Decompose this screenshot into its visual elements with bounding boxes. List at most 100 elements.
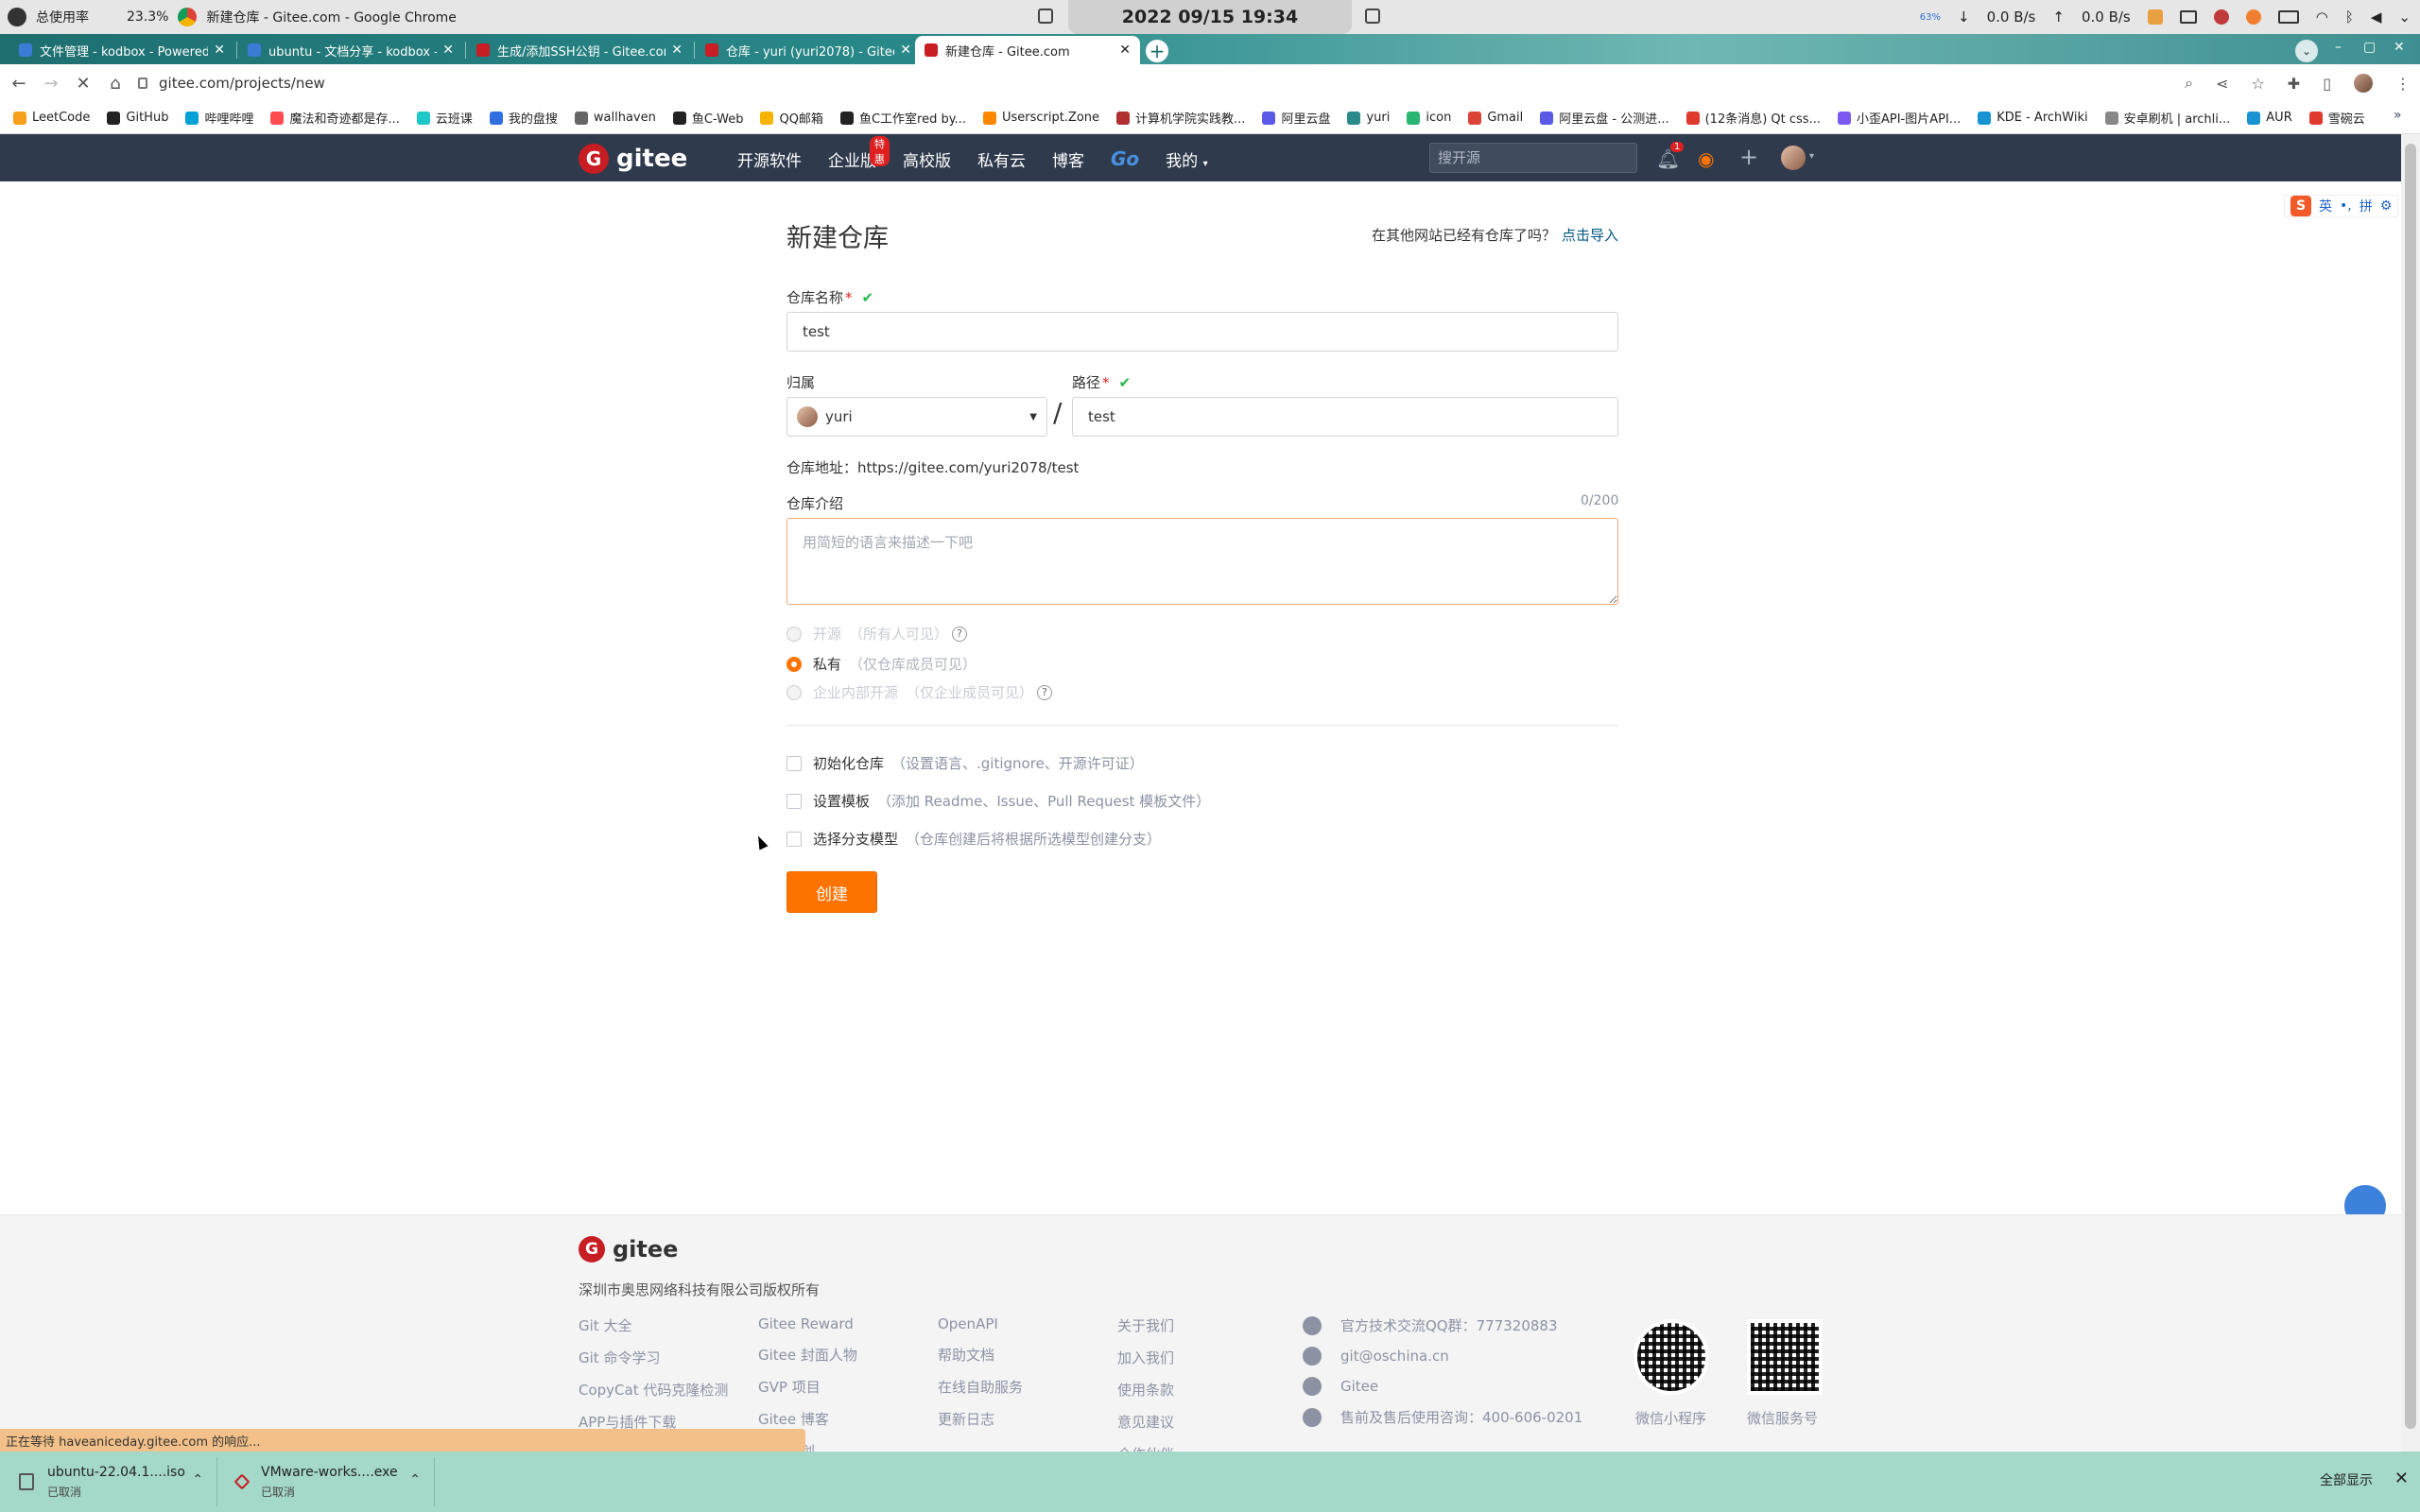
footer-link[interactable]: 在线自助服务 (938, 1377, 1023, 1397)
bookmark-item[interactable]: 鱼C工作室red by... (839, 109, 966, 127)
sidepanel-icon[interactable]: ▯ (2323, 75, 2331, 93)
owner-select[interactable]: yuri ▼ (786, 397, 1047, 437)
ime-mode[interactable]: 英 (2319, 197, 2332, 215)
bookmark-item[interactable]: 我的盘搜 (489, 109, 558, 127)
bookmark-item[interactable]: QQ邮箱 (760, 109, 823, 127)
nav-go[interactable]: Go (1111, 147, 1139, 171)
browser-tab[interactable]: 仓库 - yuri (yuri2078) - Gitee.c ✕ (696, 36, 921, 64)
bookmark-item[interactable]: 鱼C-Web (672, 109, 743, 127)
browser-tab[interactable]: ubuntu - 文档分享 - kodbox - ✕ (238, 36, 463, 64)
tab-close-icon[interactable]: ✕ (671, 43, 683, 58)
gitee-logo[interactable]: G gitee (579, 144, 687, 174)
bookmark-item[interactable]: 阿里云盘 (1262, 109, 1330, 127)
footer-link[interactable]: 关于我们 (1117, 1315, 1174, 1335)
ime-settings-icon[interactable]: ⚙ (2380, 198, 2393, 214)
more-bookmarks-icon[interactable]: » (2394, 108, 2402, 123)
footer-link[interactable]: Gitee 封面人物 (758, 1345, 857, 1365)
radio-enterprise[interactable] (786, 684, 802, 700)
bookmark-item[interactable]: AUR (2247, 111, 2292, 125)
page-scrollbar[interactable] (2401, 134, 2420, 1452)
visibility-enterprise[interactable]: 企业内部开源 （仅企业成员可见） ? (786, 682, 1053, 702)
option-template[interactable]: 设置模板 （添加 Readme、Issue、Pull Request 模板文件） (786, 791, 1210, 811)
punctuation-icon[interactable]: •, (2340, 198, 2352, 214)
bookmark-item[interactable]: 安卓刷机 | archli... (2104, 109, 2230, 127)
tab-search-button[interactable]: ⌄ (2295, 40, 2318, 62)
browser-tab[interactable]: 文件管理 - kodbox - Powered ✕ (9, 36, 234, 64)
footer-link[interactable]: OpenAPI (938, 1315, 1023, 1332)
bookmark-item[interactable]: 云班课 (416, 109, 473, 127)
contact-text[interactable]: 官方技术交流QQ群：777320883 (1340, 1315, 1558, 1335)
visibility-private[interactable]: 私有 （仅仓库成员可见） (786, 654, 977, 674)
tray-app-icon[interactable] (2147, 9, 2163, 25)
bookmark-item[interactable]: (12条消息) Qt css... (1685, 109, 1821, 127)
sogou-icon[interactable]: S (2290, 196, 2311, 216)
calendar-icon[interactable] (1038, 9, 1053, 24)
bookmark-item[interactable]: 阿里云盘 - 公测进... (1540, 109, 1669, 127)
option-branch-model[interactable]: 选择分支模型 （仓库创建后将根据所选模型创建分支） (786, 829, 1161, 849)
tab-close-icon[interactable]: ✕ (900, 43, 911, 58)
contact-text[interactable]: git@oschina.cn (1340, 1348, 1449, 1365)
ime-toolbar[interactable]: S 英 •, 拼 ⚙ (2284, 195, 2399, 217)
download-item[interactable]: VMware-works....exe 已取消 ⌃ (217, 1457, 435, 1506)
battery-icon[interactable] (2277, 10, 2299, 24)
user-avatar[interactable] (1781, 146, 1806, 170)
lock-icon[interactable] (138, 77, 147, 89)
footer-link[interactable]: 意见建议 (1117, 1412, 1174, 1432)
extensions-icon[interactable]: ✚ (2288, 75, 2300, 93)
checkbox-template[interactable] (786, 793, 802, 809)
scroll-thumb[interactable] (2405, 144, 2416, 1429)
chevron-up-icon[interactable]: ⌃ (192, 1472, 203, 1487)
footer-link[interactable]: 更新日志 (938, 1409, 1023, 1429)
footer-link[interactable]: 帮助文档 (938, 1345, 1023, 1365)
radio-private[interactable] (786, 656, 802, 672)
tab-close-icon[interactable]: ✕ (1119, 43, 1131, 58)
footer-link[interactable]: GVP 项目 (758, 1377, 857, 1397)
contact-text[interactable]: Gitee (1340, 1378, 1378, 1395)
nav-education[interactable]: 高校版 (903, 147, 951, 171)
back-icon[interactable]: ← (6, 74, 32, 94)
checkbox-branch-model[interactable] (786, 831, 802, 847)
bookmark-item[interactable]: 小歪API-图片API... (1837, 109, 1961, 127)
bookmark-item[interactable]: 计算机学院实践教... (1116, 109, 1245, 127)
address-bar[interactable]: gitee.com/projects/new (138, 70, 2237, 96)
browser-tab[interactable]: 新建仓库 - Gitee.com ✕ (915, 36, 1140, 64)
chrome-menu-icon[interactable]: ⋮ (2395, 75, 2411, 93)
close-icon[interactable]: ✕ (2394, 1469, 2409, 1488)
gitee-search-input[interactable] (1429, 143, 1637, 173)
minimize-icon[interactable]: – (2335, 40, 2342, 55)
tab-close-icon[interactable]: ✕ (214, 43, 225, 58)
path-input[interactable] (1072, 397, 1618, 437)
avatar-caret-icon[interactable]: ▾ (1809, 151, 1814, 162)
tray-red-icon[interactable] (2213, 9, 2229, 25)
share-icon[interactable]: ⋖ (2216, 75, 2228, 93)
profile-avatar[interactable] (2354, 74, 2373, 93)
browser-tab[interactable]: 生成/添加SSH公钥 - Gitee.com ✕ (467, 36, 692, 64)
bookmark-item[interactable]: 雪碗云 (2308, 109, 2365, 127)
volume-icon[interactable]: ◀ (2371, 9, 2382, 26)
footer-link[interactable]: CopyCat 代码克隆检测 (579, 1380, 728, 1400)
footer-logo[interactable]: G gitee (579, 1236, 678, 1263)
footer-link[interactable]: Gitee Reward (758, 1315, 857, 1332)
forward-icon[interactable]: → (38, 74, 64, 94)
maximize-icon[interactable]: ▢ (2363, 40, 2376, 55)
chevron-up-icon[interactable]: ⌃ (409, 1472, 421, 1487)
download-item[interactable]: ubuntu-22.04.1....iso 已取消 ⌃ (0, 1457, 217, 1506)
nav-blog[interactable]: 博客 (1052, 147, 1084, 171)
bookmark-item[interactable]: yuri (1347, 111, 1390, 125)
help-icon[interactable]: ? (1037, 684, 1053, 700)
stop-loading-icon[interactable]: ✕ (70, 74, 96, 94)
close-window-icon[interactable]: ✕ (2394, 40, 2405, 55)
bookmark-star-icon[interactable]: ☆ (2251, 75, 2264, 93)
bluetooth-icon[interactable]: ᛒ (2345, 9, 2354, 26)
nav-open-source[interactable]: 开源软件 (737, 147, 802, 171)
description-textarea[interactable] (786, 518, 1618, 605)
nav-mine[interactable]: 我的 ▾ (1166, 147, 1207, 171)
bookmark-item[interactable]: KDE - ArchWiki (1978, 111, 2088, 125)
footer-link[interactable]: Git 命令学习 (579, 1348, 728, 1367)
bookmark-item[interactable]: wallhaven (574, 111, 656, 125)
checkbox-init-repo[interactable] (786, 755, 802, 771)
radio-public[interactable] (786, 626, 802, 642)
repo-name-input[interactable] (786, 312, 1618, 352)
help-icon[interactable]: ? (952, 626, 968, 642)
bookmark-item[interactable]: GitHub (107, 111, 168, 125)
